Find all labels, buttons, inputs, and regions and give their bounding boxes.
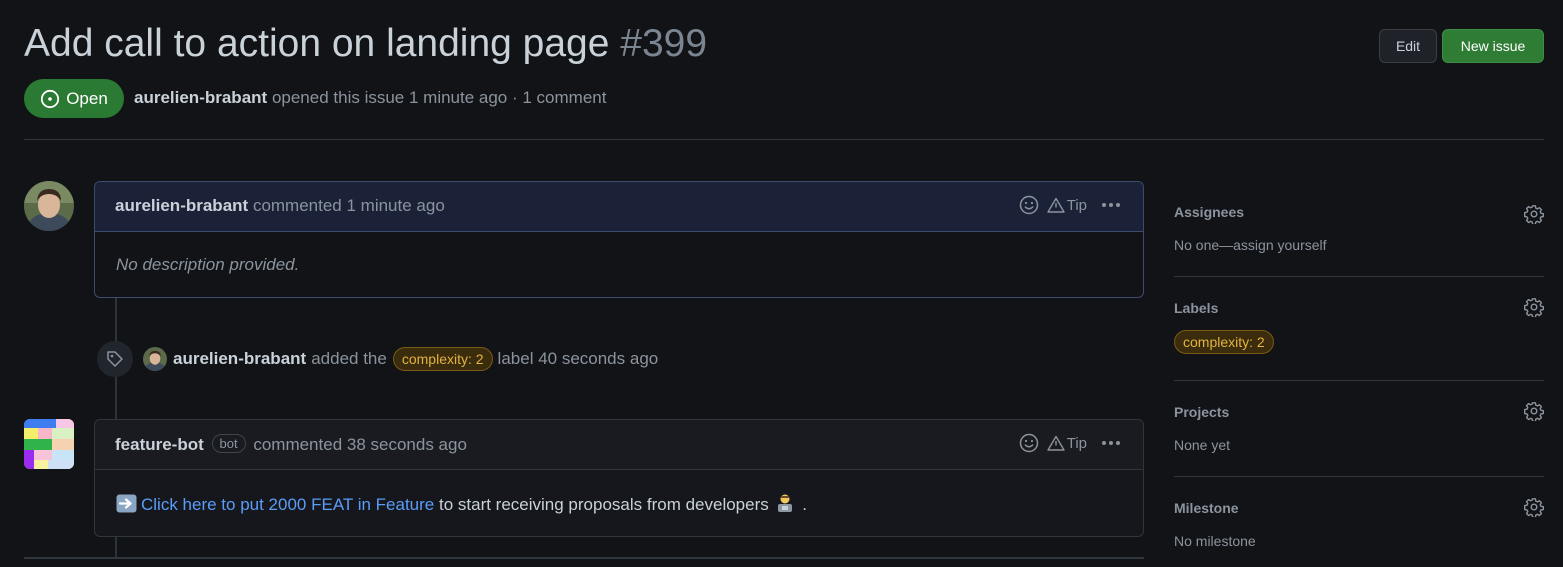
author-avatar[interactable] <box>24 181 74 231</box>
kebab-horizontal-icon[interactable] <box>1101 202 1121 208</box>
sidebar-divider <box>1174 276 1544 277</box>
projects-value: None yet <box>1174 437 1231 453</box>
labels-gear-icon[interactable] <box>1524 297 1544 317</box>
comment-timestamp[interactable]: commented 1 minute ago <box>253 196 445 215</box>
new-issue-button[interactable]: New issue <box>1442 29 1544 63</box>
milestone-value: No milestone <box>1174 533 1256 549</box>
header-divider <box>24 139 1544 140</box>
edit-button[interactable]: Edit <box>1379 29 1437 63</box>
bot-badge: bot <box>211 434 246 453</box>
labels-heading[interactable]: Labels <box>1174 300 1218 316</box>
issue-number: #399 <box>620 22 708 65</box>
event-actor-link[interactable]: aurelien-brabant <box>173 349 306 369</box>
timeline-end-divider <box>24 557 1144 559</box>
sidebar-label-pill[interactable]: complexity: 2 <box>1174 330 1274 354</box>
issue-state-badge: Open <box>24 79 124 118</box>
issue-opened-icon <box>40 89 60 109</box>
comment-header: aurelien-brabant commented 1 minute ago … <box>95 182 1143 232</box>
kebab-horizontal-icon[interactable] <box>1101 440 1121 446</box>
comment-author-link[interactable]: feature-bot <box>115 435 204 454</box>
timeline-label-event: aurelien-brabant added the complexity: 2… <box>97 341 658 377</box>
issue-comment: aurelien-brabant commented 1 minute ago … <box>94 181 1144 298</box>
issue-author-link[interactable]: aurelien-brabant <box>134 88 267 107</box>
assignees-value[interactable]: No one—assign yourself <box>1174 237 1327 253</box>
sidebar-divider <box>1174 476 1544 477</box>
arrow-right-emoji-icon <box>116 494 137 513</box>
alert-triangle-icon <box>1047 435 1065 451</box>
labels-list: complexity: 2 <box>1174 330 1274 354</box>
tip-button[interactable]: Tip <box>1047 435 1087 452</box>
event-text-before: added the <box>311 349 387 368</box>
comment-body: Click here to put 2000 FEAT in Feature t… <box>116 493 807 515</box>
assignees-gear-icon[interactable] <box>1524 204 1544 224</box>
projects-gear-icon[interactable] <box>1524 401 1544 421</box>
comment-byline: aurelien-brabant commented 1 minute ago <box>115 196 445 216</box>
comment-body-text: to start receiving proposals from develo… <box>438 495 769 514</box>
event-text-after: label 40 seconds ago <box>497 349 659 368</box>
comment-author-link[interactable]: aurelien-brabant <box>115 196 248 215</box>
bot-avatar[interactable] <box>24 419 74 469</box>
milestone-gear-icon[interactable] <box>1524 497 1544 517</box>
smiley-icon[interactable] <box>1019 195 1039 215</box>
tip-label: Tip <box>1066 434 1087 452</box>
tip-label: Tip <box>1066 196 1087 214</box>
developer-emoji-icon <box>776 493 794 513</box>
fund-feature-link[interactable]: Click here to put 2000 FEAT in Feature <box>141 495 434 514</box>
tip-button[interactable]: Tip <box>1047 197 1087 214</box>
bot-comment: feature-bot bot commented 38 seconds ago… <box>94 419 1144 537</box>
issue-title-text: Add call to action on landing page <box>24 22 610 65</box>
comment-actions: Tip <box>1019 433 1121 453</box>
comment-header: feature-bot bot commented 38 seconds ago… <box>95 420 1143 470</box>
assignees-heading[interactable]: Assignees <box>1174 204 1244 220</box>
tag-icon <box>97 341 133 377</box>
sidebar-divider <box>1174 380 1544 381</box>
event-actor-avatar[interactable] <box>143 347 167 371</box>
comment-body-end: . <box>802 495 807 514</box>
milestone-heading[interactable]: Milestone <box>1174 500 1239 516</box>
issue-state-label: Open <box>66 88 108 108</box>
event-label-pill[interactable]: complexity: 2 <box>392 347 493 371</box>
comment-timestamp[interactable]: commented 38 seconds ago <box>253 435 467 454</box>
issue-meta-text: opened this issue 1 minute ago · 1 comme… <box>271 88 607 107</box>
issue-title: Add call to action on landing page #399 <box>24 20 707 68</box>
comment-byline: feature-bot bot commented 38 seconds ago <box>115 434 467 455</box>
comment-body: No description provided. <box>116 255 300 274</box>
projects-heading[interactable]: Projects <box>1174 404 1229 420</box>
alert-triangle-icon <box>1047 197 1065 213</box>
comment-actions: Tip <box>1019 195 1121 215</box>
smiley-icon[interactable] <box>1019 433 1039 453</box>
issue-meta: aurelien-brabant opened this issue 1 min… <box>134 88 606 108</box>
